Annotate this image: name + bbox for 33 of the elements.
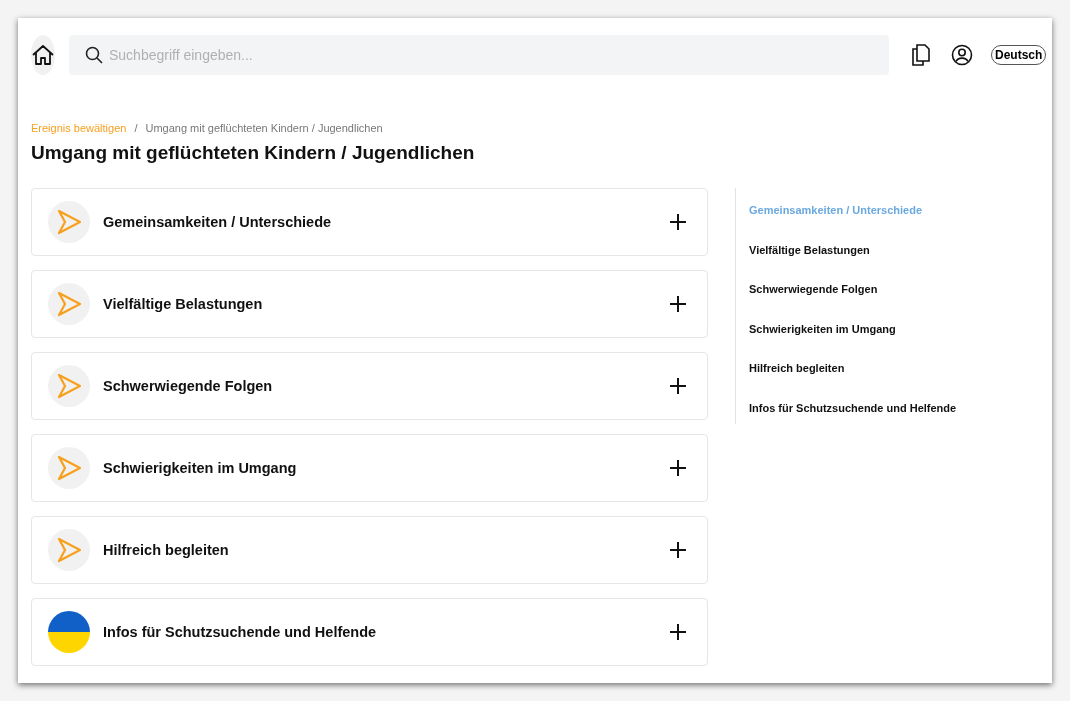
toc-link[interactable]: Hilfreich begleiten <box>749 360 957 378</box>
paper-plane-icon <box>56 537 82 563</box>
toc-link[interactable]: Infos für Schutzsuchende und Helfende <box>749 399 957 417</box>
toc-link[interactable]: Vielfältige Belastungen <box>749 241 957 259</box>
paper-plane-icon <box>56 455 82 481</box>
flag-icon <box>48 611 90 653</box>
accordion-item[interactable]: Schwierigkeiten im Umgang <box>31 434 708 502</box>
paper-plane-icon <box>56 291 82 317</box>
language-button[interactable]: Deutsch <box>991 45 1047 65</box>
accordion-item[interactable]: Hilfreich begleiten <box>31 516 708 584</box>
paper-plane-icon <box>56 373 82 399</box>
section-title: Gemeinsamkeiten / Unterschiede <box>103 214 333 230</box>
accordion-item[interactable]: Gemeinsamkeiten / Unterschiede <box>31 188 708 256</box>
accordion-item[interactable]: Vielfältige Belastungen <box>31 270 708 338</box>
home-button[interactable] <box>31 35 55 75</box>
account-icon[interactable] <box>951 44 973 66</box>
accordion-item[interactable]: Schwerwiegende Folgen <box>31 352 708 420</box>
toc-link[interactable]: Schwerwiegende Folgen <box>749 281 957 299</box>
accordion-item[interactable]: Infos für Schutzsuchende und Helfende <box>31 598 708 666</box>
paper-plane-icon <box>56 209 82 235</box>
section-title: Hilfreich begleiten <box>103 542 230 558</box>
search-icon <box>85 46 103 64</box>
section-title: Schwerwiegende Folgen <box>103 378 274 394</box>
home-icon <box>31 43 55 67</box>
page-title: Umgang mit geflüchteten Kindern / Jugendlichen <box>31 142 476 164</box>
breadcrumb-current: Umgang mit geflüchteten Kindern / Jugendlichen <box>145 122 383 134</box>
breadcrumb-separator: / <box>134 122 138 134</box>
documents-icon[interactable] <box>911 44 931 66</box>
section-title: Infos für Schutzsuchende und Helfende <box>103 624 378 640</box>
section-title: Schwierigkeiten im Umgang <box>103 460 298 476</box>
search-field[interactable]: Suchbegriff eingeben... <box>69 35 889 75</box>
toc-link[interactable]: Schwierigkeiten im Umgang <box>749 320 957 338</box>
section-title: Vielfältige Belastungen <box>103 296 264 312</box>
